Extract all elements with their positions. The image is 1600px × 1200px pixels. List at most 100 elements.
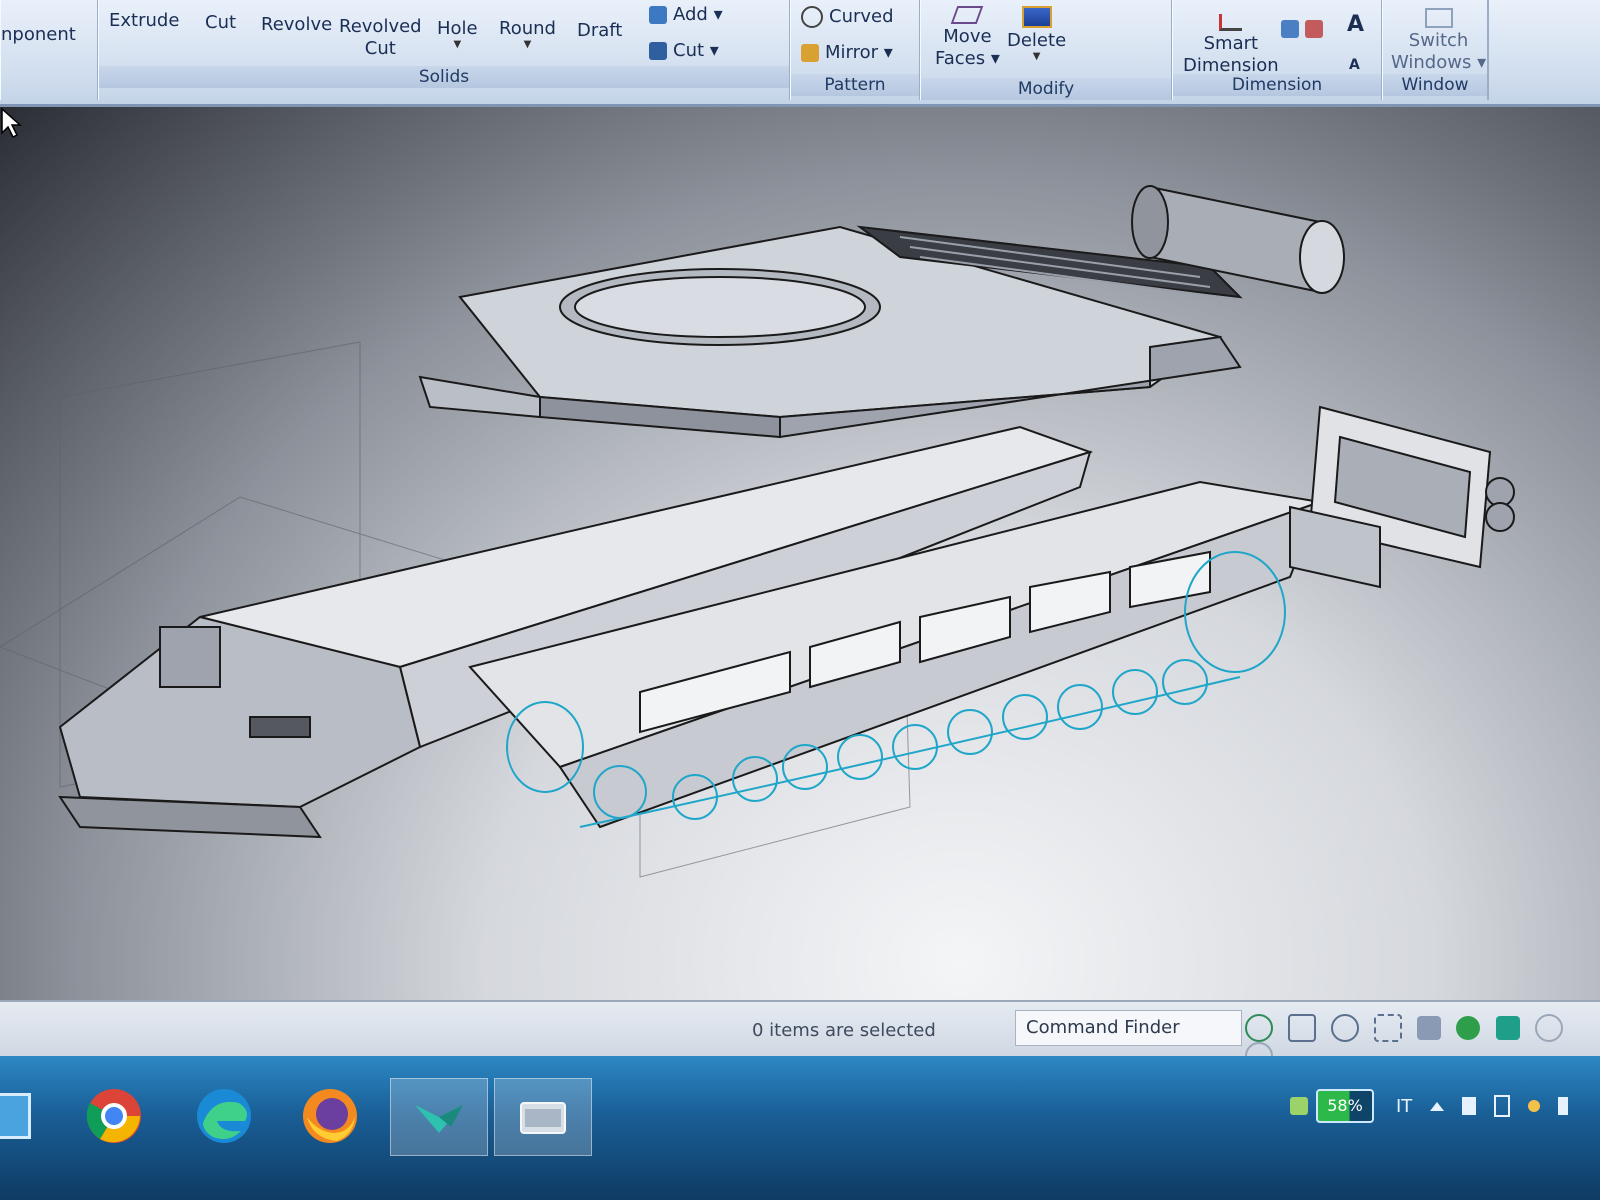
fit-view-icon[interactable] bbox=[1374, 1014, 1403, 1042]
text-size-button[interactable]: A bbox=[1349, 54, 1360, 76]
ribbon: nponent Extrude Cut Revolve Revolved Cut… bbox=[0, 0, 1600, 107]
smart-dimension-icon bbox=[1219, 14, 1243, 31]
pattern-group-label: Pattern bbox=[791, 74, 919, 96]
mirror-label: Mirror bbox=[825, 42, 879, 63]
switch-windows-label-2: Windows bbox=[1391, 52, 1472, 73]
notification-icon[interactable] bbox=[1528, 1100, 1541, 1112]
ribbon-group-pattern: Curved Mirror ▾ Pattern bbox=[790, 0, 921, 100]
taskbar-app-edge[interactable] bbox=[176, 1078, 272, 1154]
taskbar-app-explorer[interactable] bbox=[494, 1078, 592, 1156]
view-orientation-icon[interactable] bbox=[1534, 1014, 1563, 1042]
smart-dimension-label-2: Dimension bbox=[1183, 55, 1279, 76]
graphics-viewport[interactable] bbox=[0, 107, 1600, 1007]
chrome-icon bbox=[86, 1089, 141, 1143]
firefox-icon bbox=[303, 1089, 357, 1143]
component-button[interactable]: nponent bbox=[1, 24, 76, 46]
solids-group-label: Solids bbox=[99, 66, 789, 88]
round-button[interactable]: Round ▼ bbox=[499, 18, 556, 50]
add-button[interactable]: Add ▾ bbox=[649, 4, 723, 26]
text-style-button[interactable]: A bbox=[1347, 14, 1364, 36]
ribbon-group-window: Switch Windows ▾ Window bbox=[1382, 0, 1489, 100]
move-faces-label-2: Faces bbox=[935, 48, 986, 69]
taskbar-app-firefox[interactable] bbox=[282, 1078, 378, 1154]
status-bar: 0 items are selected Command Finder bbox=[0, 1000, 1600, 1070]
system-tray: 58% IT bbox=[1290, 1086, 1569, 1126]
edge-icon bbox=[197, 1089, 251, 1143]
taskbar-app-desktop[interactable] bbox=[0, 1078, 56, 1154]
shaded-view-icon[interactable] bbox=[1495, 1016, 1520, 1040]
mouse-cursor-icon bbox=[1, 107, 22, 139]
curved-pattern-button[interactable]: Curved bbox=[801, 6, 894, 28]
taskbar-app-cad[interactable] bbox=[390, 1078, 488, 1156]
hole-label: Hole bbox=[437, 18, 478, 39]
folder-icon bbox=[520, 1102, 566, 1134]
add-label: Add bbox=[673, 4, 708, 25]
round-label: Round bbox=[499, 18, 556, 39]
text-a-label: A bbox=[1347, 12, 1365, 37]
cut-small-button[interactable]: Cut ▾ bbox=[649, 40, 719, 62]
pan-icon[interactable] bbox=[1417, 1016, 1442, 1040]
refresh-icon[interactable] bbox=[1245, 1014, 1273, 1042]
extrude-label: Extrude bbox=[109, 10, 180, 31]
mirror-button[interactable]: Mirror ▾ bbox=[801, 42, 893, 64]
revolved-cut-label-1: Revolved bbox=[339, 16, 422, 37]
ribbon-group-modify: Move Faces ▾ Delete ▼ Modify bbox=[920, 0, 1173, 100]
chevron-down-icon: ▼ bbox=[453, 39, 462, 50]
dimension-group-label: Dimension bbox=[1173, 74, 1381, 96]
smart-dimension-label-1: Smart bbox=[1203, 33, 1259, 54]
network-icon[interactable] bbox=[1494, 1095, 1511, 1117]
chevron-down-icon: ▼ bbox=[1032, 51, 1041, 62]
battery-indicator[interactable]: 58% bbox=[1316, 1089, 1374, 1123]
curve-icon bbox=[801, 6, 823, 28]
zoom-area-icon[interactable] bbox=[1288, 1014, 1317, 1042]
window-group-label: Window bbox=[1383, 74, 1487, 96]
extrude-button[interactable]: Extrude bbox=[109, 10, 179, 32]
hole-button[interactable]: Hole ▼ bbox=[437, 18, 478, 50]
revolved-cut-button[interactable]: Revolved Cut bbox=[339, 16, 422, 60]
delete-button[interactable]: Delete ▼ bbox=[1007, 6, 1066, 62]
draft-button[interactable]: Draft bbox=[577, 20, 622, 42]
command-finder-input[interactable]: Command Finder bbox=[1015, 1010, 1242, 1046]
dimension-tool-icon bbox=[1281, 20, 1299, 38]
switch-windows-label-1: Switch bbox=[1408, 30, 1469, 51]
move-faces-button[interactable]: Move Faces ▾ bbox=[935, 6, 1000, 70]
curved-label: Curved bbox=[829, 6, 894, 27]
taskbar-app-chrome[interactable] bbox=[66, 1078, 162, 1154]
delete-label: Delete bbox=[1007, 30, 1067, 51]
modify-group-label: Modify bbox=[921, 78, 1171, 100]
move-faces-icon bbox=[951, 6, 984, 24]
dimension-tools-button[interactable] bbox=[1281, 18, 1329, 40]
switch-windows-button[interactable]: Switch Windows ▾ bbox=[1391, 8, 1486, 74]
windows-icon bbox=[1424, 8, 1453, 28]
cut-button[interactable]: Cut bbox=[205, 12, 236, 34]
volume-icon[interactable] bbox=[1558, 1097, 1569, 1115]
cut-label: Cut bbox=[205, 12, 237, 33]
revolve-label: Revolve bbox=[261, 14, 333, 35]
action-center-flag-icon[interactable] bbox=[1462, 1097, 1477, 1115]
component-label: nponent bbox=[1, 24, 76, 45]
move-faces-label-1: Move bbox=[943, 26, 992, 47]
desktop-icon bbox=[0, 1093, 31, 1139]
language-indicator[interactable]: IT bbox=[1396, 1096, 1412, 1117]
revolved-cut-label-2: Cut bbox=[364, 38, 396, 59]
chevron-down-icon: ▼ bbox=[523, 39, 532, 50]
ribbon-group-dimension: Smart Dimension A A Dimension bbox=[1172, 0, 1383, 100]
text-a-small-label: A bbox=[1349, 57, 1360, 73]
model-canvas bbox=[0, 185, 1515, 878]
selection-status: 0 items are selected bbox=[752, 1020, 936, 1041]
dimension-tool-icon bbox=[1305, 20, 1323, 38]
smart-dimension-button[interactable]: Smart Dimension bbox=[1183, 14, 1279, 77]
show-hidden-icons-icon[interactable] bbox=[1430, 1101, 1445, 1111]
power-plug-icon[interactable] bbox=[1290, 1097, 1308, 1115]
taskbar: 58% IT bbox=[0, 1056, 1600, 1200]
mirror-icon bbox=[801, 44, 819, 62]
rotate-icon[interactable] bbox=[1456, 1016, 1481, 1040]
revolve-button[interactable]: Revolve bbox=[261, 14, 332, 36]
zoom-icon[interactable] bbox=[1331, 1014, 1360, 1042]
cut-small-label: Cut bbox=[673, 40, 705, 61]
rear-plate-part[interactable] bbox=[1289, 405, 1515, 589]
upper-hull-part[interactable] bbox=[418, 225, 1243, 439]
cad-app-icon bbox=[415, 1105, 463, 1133]
draft-label: Draft bbox=[577, 20, 623, 41]
ribbon-group-solids: Extrude Cut Revolve Revolved Cut Hole ▼ … bbox=[98, 0, 791, 100]
